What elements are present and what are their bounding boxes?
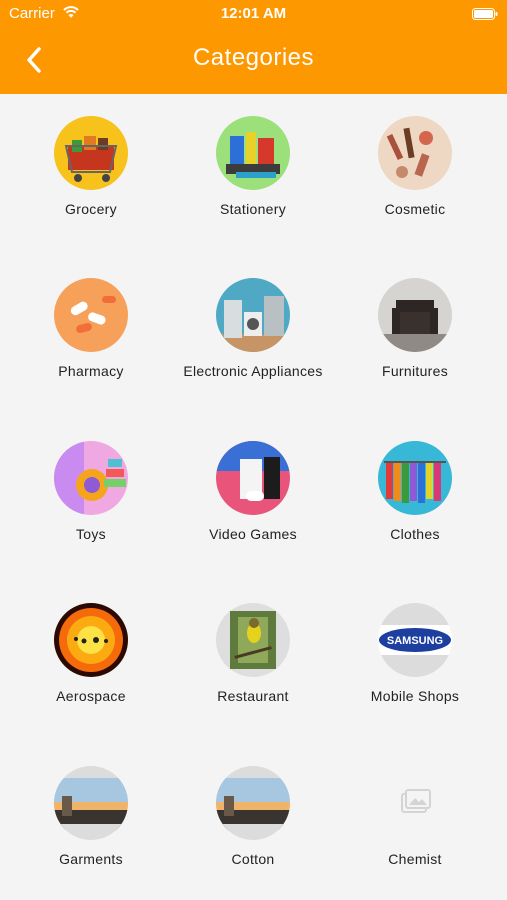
category-cosmetic[interactable]: Cosmetic (334, 94, 496, 244)
category-label: Grocery (65, 201, 117, 217)
aerospace-image (54, 603, 128, 677)
category-label: Restaurant (217, 688, 289, 704)
category-label: Video Games (209, 526, 297, 542)
grocery-image (54, 116, 128, 190)
battery-icon (472, 7, 498, 20)
page-title: Categories (192, 44, 315, 71)
pharmacy-image (54, 278, 128, 352)
category-label: Cosmetic (384, 201, 446, 217)
category-label: Aerospace (56, 688, 126, 704)
svg-text:SAMSUNG: SAMSUNG (387, 635, 443, 647)
mobile-shops-image: SAMSUNG (378, 603, 452, 677)
category-clothes[interactable]: Clothes (334, 419, 496, 569)
category-label: Clothes (390, 526, 440, 542)
category-mobile-shops[interactable]: SAMSUNG Mobile Shops (334, 581, 496, 731)
category-label: Furnitures (381, 363, 449, 379)
nav-bar: Categories (0, 28, 507, 94)
category-chemist[interactable]: Chemist (334, 744, 496, 894)
category-aerospace[interactable]: Aerospace (10, 581, 172, 731)
video-games-image (216, 441, 290, 515)
furnitures-image (378, 278, 452, 352)
category-toys[interactable]: Toys (10, 419, 172, 569)
category-cotton[interactable]: Cotton (172, 744, 334, 894)
category-label: Pharmacy (58, 363, 124, 379)
category-label: Chemist (388, 851, 442, 867)
stationery-image (216, 116, 290, 190)
cotton-image (216, 766, 290, 840)
category-electronic-appliances[interactable]: Electronic Appliances (172, 256, 334, 406)
clothes-image (378, 441, 452, 515)
category-label: Stationery (219, 201, 287, 217)
category-video-games[interactable]: Video Games (172, 419, 334, 569)
category-grocery[interactable]: Grocery (10, 94, 172, 244)
placeholder-image-icon (378, 766, 452, 840)
restaurant-image (216, 603, 290, 677)
clock-label: 12:01 AM (220, 5, 287, 22)
category-label: Toys (76, 526, 106, 542)
garments-image (54, 766, 128, 840)
category-label: Electronic Appliances (183, 363, 323, 379)
category-furnitures[interactable]: Furnitures (334, 256, 496, 406)
electronic-appliances-image (216, 278, 290, 352)
toys-image (54, 441, 128, 515)
cosmetic-image (378, 116, 452, 190)
category-restaurant[interactable]: Restaurant (172, 581, 334, 731)
status-bar: Carrier 12:01 AM (0, 0, 507, 28)
category-stationery[interactable]: Stationery (172, 94, 334, 244)
category-label: Mobile Shops (370, 688, 460, 704)
category-pharmacy[interactable]: Pharmacy (10, 256, 172, 406)
category-label: Cotton (231, 851, 275, 867)
category-label: Garments (59, 851, 123, 867)
category-garments[interactable]: Garments (10, 744, 172, 894)
